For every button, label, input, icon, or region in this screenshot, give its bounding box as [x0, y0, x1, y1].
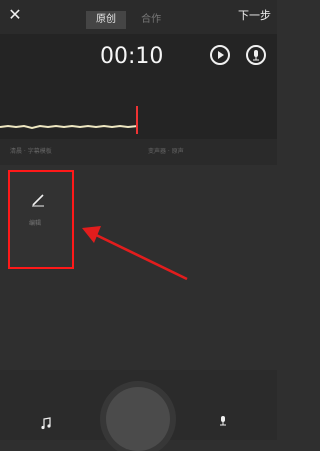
left-label: 清晨 · 字幕模板 [10, 148, 52, 155]
right-label: 变声器 · 原声 [148, 148, 184, 155]
close-button[interactable]: ✕ [6, 6, 24, 24]
play-button[interactable] [210, 45, 230, 65]
music-note-icon[interactable] [39, 416, 53, 430]
tab-original[interactable]: 原创 [86, 11, 126, 29]
play-icon [218, 51, 224, 59]
next-button[interactable]: 下一步 [238, 7, 271, 25]
mic-icon[interactable] [216, 414, 230, 428]
edit-panel[interactable]: 编辑 [8, 170, 74, 269]
microphone-icon [253, 50, 259, 61]
playhead-cursor [136, 106, 138, 134]
tab-bar: 原创 合作 [86, 7, 171, 29]
recording-panel: 00:10 [0, 34, 277, 139]
record-button[interactable] [106, 387, 170, 451]
tab-collab[interactable]: 合作 [131, 11, 171, 29]
pencil-icon [32, 194, 44, 207]
edit-label: 编辑 [29, 220, 42, 227]
timer-display: 00:10 [100, 44, 164, 69]
record-voice-button[interactable] [246, 45, 266, 65]
labels-band: 清晨 · 字幕模板 变声器 · 原声 [0, 139, 277, 165]
audio-waveform [0, 124, 138, 130]
top-bar: ✕ 原创 合作 下一步 [0, 0, 277, 34]
